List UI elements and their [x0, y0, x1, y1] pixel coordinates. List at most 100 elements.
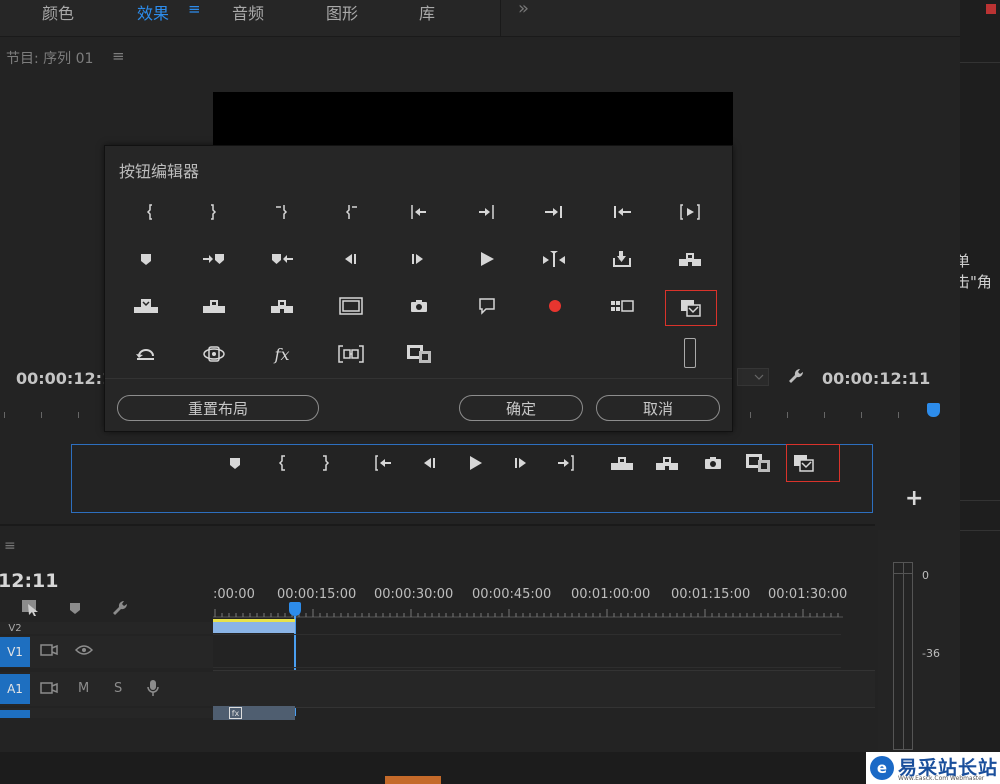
go-to-out-icon[interactable] [550, 451, 580, 475]
dialog-title: 按钮编辑器 [119, 162, 200, 181]
mark-out-icon[interactable] [196, 198, 230, 226]
wrench-icon[interactable] [786, 366, 806, 386]
go-to-in-icon[interactable] [402, 198, 436, 226]
go-to-in-icon[interactable] [369, 451, 399, 475]
vr-video-icon[interactable] [197, 340, 231, 368]
workspace-tab-bar: 颜色 效果 ≡ 音频 图形 库 » [0, 0, 960, 37]
cancel-button[interactable]: 取消 [596, 395, 720, 421]
mark-out-icon[interactable] [310, 451, 340, 475]
record-icon[interactable] [538, 292, 572, 320]
playhead-timecode[interactable]: 00:00:12:1 [16, 369, 113, 388]
timeline-timecode[interactable]: 12:11 [0, 570, 58, 592]
fit-dropdown[interactable] [737, 368, 769, 386]
add-marker-icon[interactable] [129, 245, 163, 273]
trim-monitor-icon[interactable] [537, 245, 571, 273]
tab-effects-menu-icon[interactable]: ≡ [188, 0, 201, 22]
filmstrip-icon[interactable] [402, 340, 436, 368]
loop-icon[interactable] [129, 340, 163, 368]
toggle-sync-lock-icon[interactable] [40, 643, 58, 657]
ok-button[interactable]: 确定 [459, 395, 583, 421]
mute-track-button[interactable]: M [78, 681, 89, 696]
lift-icon[interactable] [607, 451, 637, 475]
right-panel-strip [960, 0, 1000, 784]
timeline-menu-icon[interactable]: ≡ [4, 538, 16, 554]
track-a1-lane[interactable] [213, 670, 875, 708]
divider [960, 500, 1000, 501]
multi-camera-icon[interactable] [605, 292, 639, 320]
lift-icon[interactable] [197, 292, 231, 320]
track-divider [213, 667, 841, 668]
go-to-previous-edit-icon[interactable] [605, 198, 639, 226]
track-header-v1: V1 [0, 636, 213, 668]
audio-meters: 0 -36 [878, 530, 960, 752]
comparison-view-icon[interactable] [334, 340, 368, 368]
overwrite-icon[interactable] [129, 292, 163, 320]
comment-icon[interactable] [470, 292, 504, 320]
extract-icon[interactable] [652, 451, 682, 475]
solo-track-button[interactable]: S [114, 681, 122, 696]
snap-icon[interactable] [20, 598, 42, 616]
monitor-title: 节目: 序列 01 [6, 51, 94, 67]
step-back-icon[interactable] [414, 451, 444, 475]
tab-audio[interactable]: 音频 [232, 0, 264, 23]
play-icon[interactable] [470, 245, 504, 273]
step-back-icon[interactable] [333, 245, 367, 273]
mark-clip-in-icon[interactable] [335, 198, 369, 226]
ruler-label: 00:01:30:00 [768, 587, 848, 602]
tab-color[interactable]: 颜色 [42, 0, 74, 23]
eye-icon[interactable] [75, 644, 93, 656]
tab-graphics[interactable]: 图形 [326, 0, 358, 23]
mark-in-icon[interactable] [268, 451, 298, 475]
safe-margins-icon[interactable] [334, 292, 368, 320]
monitor-button-bar [71, 444, 873, 513]
step-forward-icon[interactable] [401, 245, 435, 273]
insert-icon[interactable] [673, 245, 707, 273]
close-indicator-icon[interactable] [986, 4, 996, 14]
video-clip[interactable] [213, 619, 295, 633]
highlight-box [786, 444, 840, 482]
play-icon[interactable] [460, 451, 490, 475]
tab-overflow-icon[interactable]: » [518, 0, 529, 19]
audio-clip[interactable] [213, 706, 295, 720]
mark-in-icon[interactable] [133, 198, 167, 226]
step-forward-icon[interactable] [506, 451, 536, 475]
logo-icon: e [870, 756, 894, 780]
track-header-a1: A1 M S [0, 672, 213, 706]
video-preview [213, 92, 733, 146]
tab-effects[interactable]: 效果 [137, 0, 169, 23]
add-button-icon[interactable]: + [905, 486, 923, 511]
fx-icon[interactable]: fx [265, 340, 299, 368]
track-name-v2: V2 [8, 622, 22, 634]
add-marker-icon[interactable] [68, 601, 82, 615]
toggle-sync-lock-icon[interactable] [40, 681, 58, 695]
track-divider [213, 634, 841, 635]
reset-layout-button[interactable]: 重置布局 [117, 395, 319, 421]
filmstrip-icon[interactable] [743, 451, 773, 475]
timeline-playhead[interactable] [289, 602, 301, 616]
fx-badge-icon: fx [229, 707, 242, 719]
go-to-next-marker-icon[interactable] [197, 245, 231, 273]
wrench-icon[interactable] [110, 598, 130, 618]
add-marker-icon[interactable] [220, 451, 250, 475]
track-name-a2[interactable] [0, 710, 30, 718]
extract-icon[interactable] [265, 292, 299, 320]
timeline-ruler[interactable] [213, 603, 843, 621]
tab-libraries[interactable]: 库 [419, 0, 435, 23]
track-name-v1[interactable]: V1 [0, 637, 30, 667]
microphone-icon[interactable] [147, 679, 159, 697]
tab-divider [500, 0, 501, 36]
placeholder-slot-icon[interactable] [684, 338, 696, 368]
monitor-menu-icon[interactable]: ≡ [112, 47, 125, 65]
monitor-playhead[interactable] [927, 403, 940, 417]
camera-icon[interactable] [698, 451, 728, 475]
play-in-to-out-icon[interactable] [673, 198, 707, 226]
go-to-out-icon[interactable] [469, 198, 503, 226]
camera-icon[interactable] [402, 292, 436, 320]
go-to-previous-marker-icon[interactable] [265, 245, 299, 273]
ruler-label: 00:00:45:00 [472, 587, 552, 602]
meter-label: 0 [922, 569, 929, 582]
go-to-next-edit-icon[interactable] [537, 198, 571, 226]
export-frame-icon[interactable] [605, 245, 639, 273]
track-name-a1[interactable]: A1 [0, 674, 30, 704]
mark-clip-out-icon[interactable] [264, 198, 298, 226]
